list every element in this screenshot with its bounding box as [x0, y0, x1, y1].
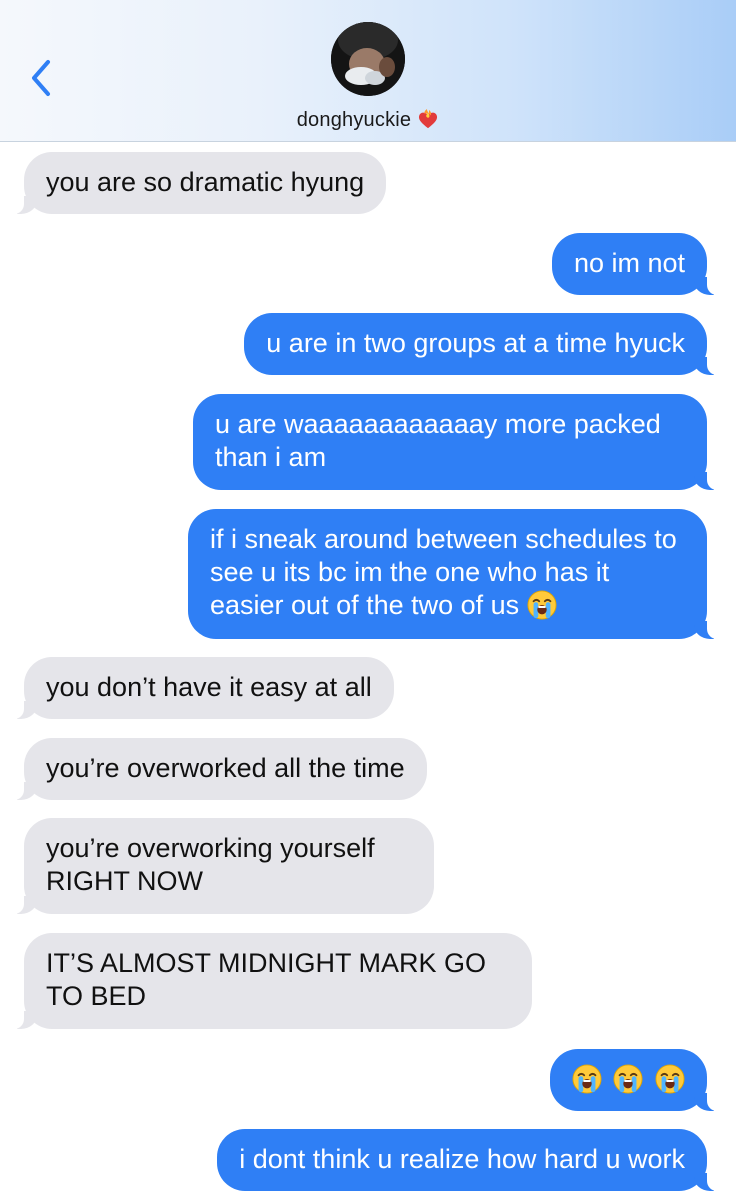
contact-name-label: donghyuckie — [296, 109, 412, 131]
message-bubble-received[interactable]: you don’t have it easy at all — [12, 657, 394, 719]
message-text: no im not — [573, 248, 685, 278]
message-bubble-sent[interactable]: no im not — [551, 233, 720, 295]
message-bubble-received[interactable]: you’re overworked all the time — [12, 738, 427, 800]
conversation-header: donghyuckie — [0, 0, 736, 142]
message-thread: you are so dramatic hyung no im not u ar… — [0, 141, 736, 1200]
message-bubble-sent[interactable] — [549, 1049, 720, 1111]
message-text: i dont think u realize how hard u work — [239, 1144, 685, 1174]
message-text: you’re overworking yourself RIGHT NOW — [46, 833, 375, 896]
message-bubble-received[interactable]: you are so dramatic hyung — [11, 152, 387, 214]
message-bubble-sent[interactable]: u are in two groups at a time hyuck — [244, 313, 719, 375]
message-text: u are waaaaaaaaaaaay more packed than i … — [215, 409, 661, 472]
message-bubble-received[interactable]: you’re overworking yourself RIGHT NOW — [12, 818, 434, 914]
loudly-crying-face-icon — [572, 1064, 602, 1094]
loudly-crying-face-icon — [655, 1064, 685, 1094]
message-bubble-received[interactable]: IT’S ALMOST MIDNIGHT MARK GO TO BED — [12, 933, 532, 1029]
contact-name[interactable]: donghyuckie — [0, 108, 736, 132]
message-text: you are so dramatic hyung — [46, 167, 365, 197]
message-text: you’re overworked all the time — [46, 753, 405, 783]
avatar-photo — [331, 22, 405, 96]
loudly-crying-face-icon — [527, 590, 557, 620]
heart-on-fire-icon — [419, 108, 438, 129]
loudly-crying-face-icon — [613, 1064, 643, 1094]
message-bubble-sent[interactable]: if i sneak around between schedules to s… — [188, 509, 719, 639]
back-button[interactable] — [28, 58, 56, 98]
message-bubble-sent[interactable]: i dont think u realize how hard u work — [217, 1129, 719, 1191]
message-text: if i sneak around between schedules to s… — [210, 524, 677, 620]
message-bubble-sent[interactable]: u are waaaaaaaaaaaay more packed than i … — [193, 394, 719, 490]
message-text: u are in two groups at a time hyuck — [266, 328, 685, 358]
message-text: you don’t have it easy at all — [46, 672, 372, 702]
message-text: IT’S ALMOST MIDNIGHT MARK GO TO BED — [46, 948, 487, 1011]
chevron-left-icon — [32, 60, 50, 96]
contact-avatar[interactable] — [331, 22, 405, 96]
